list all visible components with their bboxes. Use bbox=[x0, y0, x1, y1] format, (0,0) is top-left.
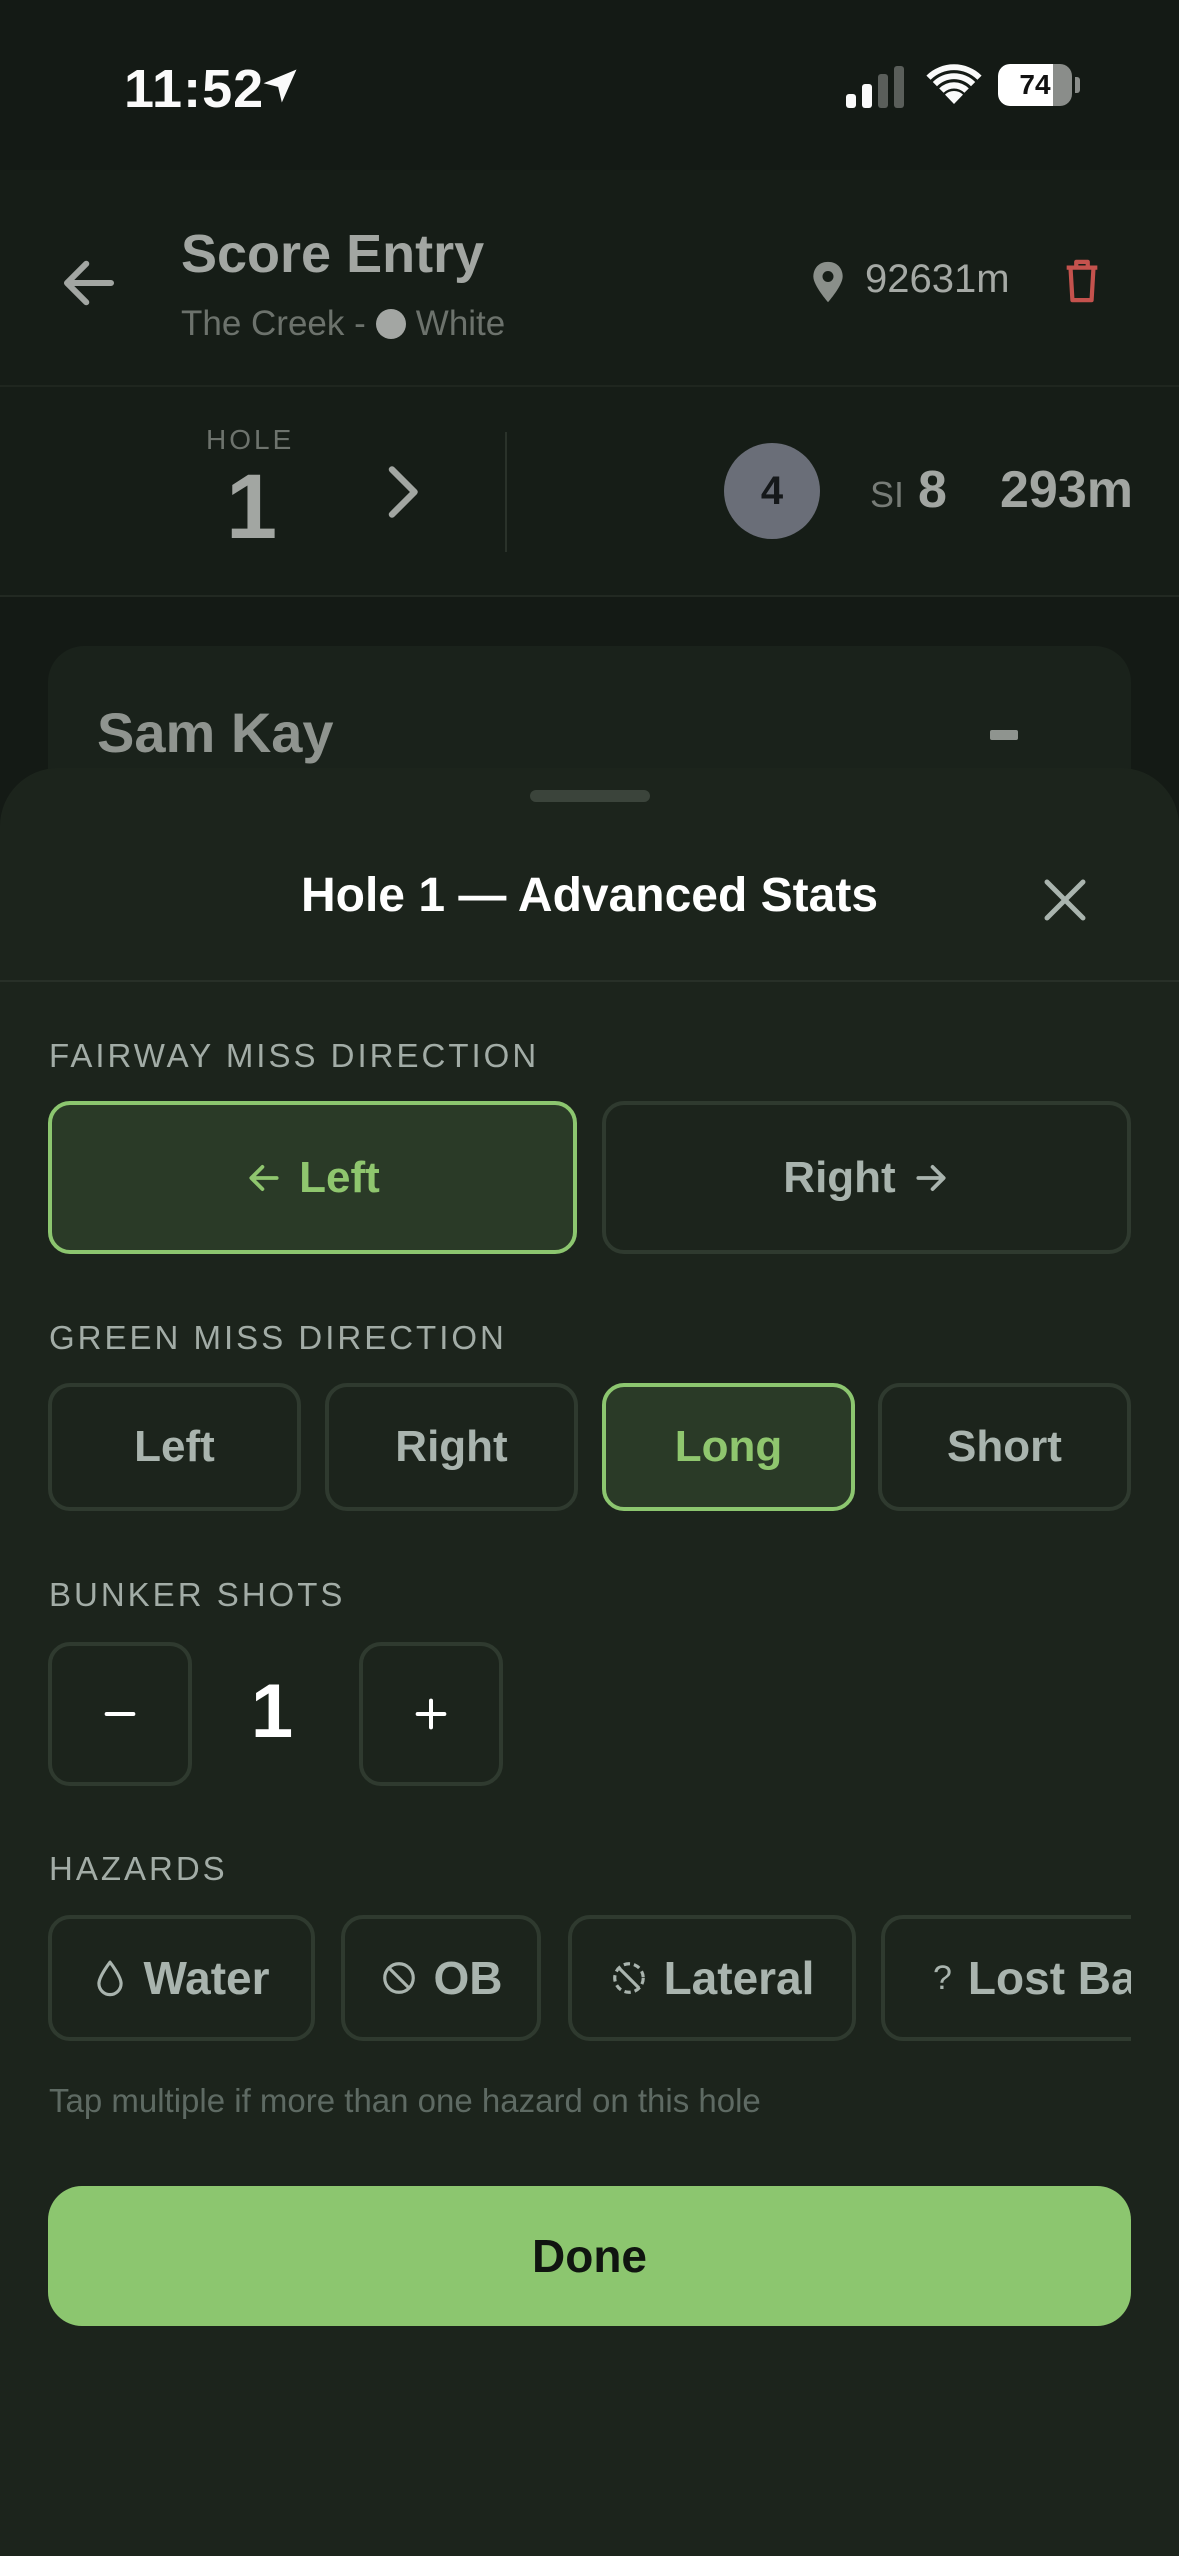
page-title: Score Entry bbox=[181, 224, 485, 284]
sheet-title: Hole 1 — Advanced Stats bbox=[300, 869, 879, 922]
back-arrow-icon[interactable] bbox=[56, 250, 122, 316]
prohibited-dashed-icon bbox=[612, 1962, 645, 1994]
chevron-right-icon[interactable] bbox=[380, 462, 424, 522]
bunker-increment-button[interactable] bbox=[359, 1642, 503, 1786]
tee-name: White bbox=[415, 304, 506, 343]
green-short-button[interactable]: Short bbox=[878, 1383, 1131, 1511]
hole-number: 1 bbox=[226, 456, 278, 558]
course-name: The Creek - bbox=[181, 304, 366, 343]
fairway-left-button[interactable]: Left bbox=[48, 1101, 577, 1254]
battery-percent: 74 bbox=[1019, 69, 1051, 100]
bunker-shots-value: 1 bbox=[250, 1669, 294, 1754]
status-bar: 11:52 74 bbox=[0, 0, 1179, 170]
green-left-button[interactable]: Left bbox=[48, 1383, 301, 1511]
hazard-water-button[interactable]: Water bbox=[48, 1915, 315, 2041]
close-icon[interactable] bbox=[1038, 873, 1092, 927]
hazards-scroll-row[interactable]: Water OB Lateral ? Lost Ball bbox=[48, 1915, 1131, 2043]
player-name: Sam Kay bbox=[97, 701, 334, 764]
hazards-label: HAZARDS bbox=[49, 1850, 228, 1887]
location-arrow-icon bbox=[263, 69, 297, 103]
fairway-right-label: Right bbox=[783, 1152, 896, 1202]
sheet-grabber[interactable] bbox=[530, 790, 650, 802]
bunker-decrement-button[interactable] bbox=[48, 1642, 192, 1786]
arrow-left-icon bbox=[249, 1164, 279, 1191]
prohibited-icon bbox=[382, 1962, 415, 1994]
hazard-ob-label: OB bbox=[433, 1952, 503, 2004]
tee-color-dot bbox=[375, 309, 406, 339]
trash-icon[interactable] bbox=[1062, 258, 1102, 304]
player-score bbox=[990, 730, 1018, 740]
question-icon: ? bbox=[933, 1958, 952, 1997]
bunker-shots-label: BUNKER SHOTS bbox=[49, 1576, 346, 1613]
green-right-button[interactable]: Right bbox=[325, 1383, 578, 1511]
stroke-index-label: SI bbox=[870, 474, 905, 515]
total-distance: 92631m bbox=[865, 257, 1010, 301]
fairway-left-label: Left bbox=[299, 1152, 380, 1202]
green-long-button[interactable]: Long bbox=[602, 1383, 855, 1511]
sheet-divider bbox=[0, 980, 1179, 982]
water-drop-icon bbox=[97, 1960, 124, 1997]
green-miss-label: GREEN MISS DIRECTION bbox=[49, 1319, 507, 1356]
hole-label: HOLE bbox=[206, 424, 295, 455]
hazard-lateral-button[interactable]: Lateral bbox=[568, 1915, 856, 2041]
battery-icon: 74 bbox=[998, 64, 1080, 106]
minus-icon bbox=[104, 1712, 136, 1716]
course-subtitle: The Creek - White bbox=[181, 304, 505, 344]
hole-divider bbox=[505, 432, 507, 552]
par-badge: 4 bbox=[724, 443, 820, 539]
hazards-hint: Tap multiple if more than one hazard on … bbox=[49, 2082, 761, 2119]
fairway-miss-label: FAIRWAY MISS DIRECTION bbox=[49, 1037, 540, 1074]
hazard-water-label: Water bbox=[143, 1952, 270, 2004]
hazard-lost-ball-label: Lost Ball bbox=[967, 1952, 1131, 2004]
done-button[interactable]: Done bbox=[48, 2186, 1131, 2326]
hazard-lost-ball-button[interactable]: ? Lost Ball bbox=[881, 1915, 1131, 2041]
cellular-signal-icon bbox=[846, 66, 904, 108]
hazard-lateral-label: Lateral bbox=[663, 1952, 815, 2004]
stroke-index-value: 8 bbox=[918, 461, 947, 519]
hole-length: 293m bbox=[1000, 461, 1133, 519]
hazard-ob-button[interactable]: OB bbox=[341, 1915, 541, 2041]
wifi-icon bbox=[926, 64, 982, 104]
arrow-right-icon bbox=[916, 1164, 946, 1191]
plus-icon bbox=[415, 1698, 447, 1730]
status-time: 11:52 bbox=[124, 59, 265, 119]
fairway-right-button[interactable]: Right bbox=[602, 1101, 1131, 1254]
map-pin-icon bbox=[813, 261, 843, 303]
